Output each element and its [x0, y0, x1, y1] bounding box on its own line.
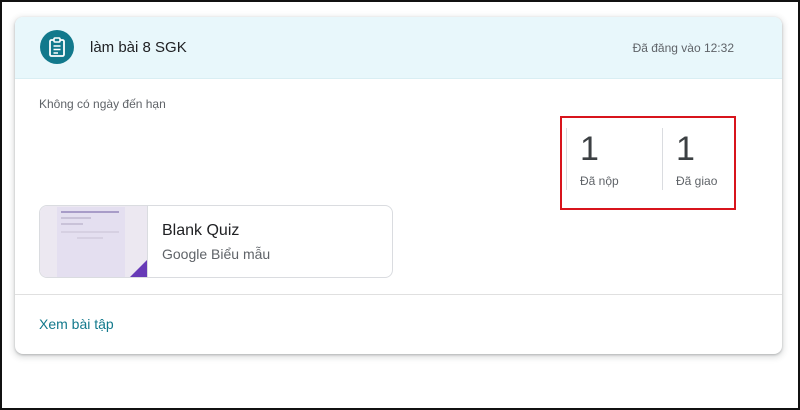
view-assignment-link[interactable]: Xem bài tập: [39, 316, 114, 332]
turned-in-stat[interactable]: 1 Đã nộp: [566, 128, 652, 190]
attachment-type: Google Biểu mẫu: [162, 246, 271, 262]
assignment-card[interactable]: làm bài 8 SGK Đã đăng vào 12:32 Không có…: [15, 17, 782, 354]
posted-time: Đã đăng vào 12:32: [632, 41, 734, 55]
assignment-icon: [40, 30, 74, 64]
assigned-stat[interactable]: 1 Đã giao: [662, 128, 748, 190]
card-divider: [15, 294, 782, 295]
assignment-header[interactable]: làm bài 8 SGK Đã đăng vào 12:32: [15, 17, 782, 79]
attachment-card[interactable]: Blank Quiz Google Biểu mẫu: [39, 205, 393, 278]
attachment-title[interactable]: Blank Quiz: [162, 222, 239, 240]
submission-stats-highlight: 1 Đã nộp 1 Đã giao: [560, 116, 736, 210]
assignment-title[interactable]: làm bài 8 SGK: [90, 39, 187, 56]
turned-in-label: Đã nộp: [580, 174, 619, 188]
google-forms-thumbnail: [40, 206, 148, 277]
forms-corner-icon: [130, 260, 147, 277]
screenshot-frame: làm bài 8 SGK Đã đăng vào 12:32 Không có…: [0, 0, 800, 410]
thumbnail-page: [57, 207, 125, 277]
due-date-text: Không có ngày đến hạn: [39, 97, 166, 111]
assigned-count: 1: [676, 130, 695, 168]
turned-in-count: 1: [580, 130, 599, 168]
assigned-label: Đã giao: [676, 174, 718, 188]
